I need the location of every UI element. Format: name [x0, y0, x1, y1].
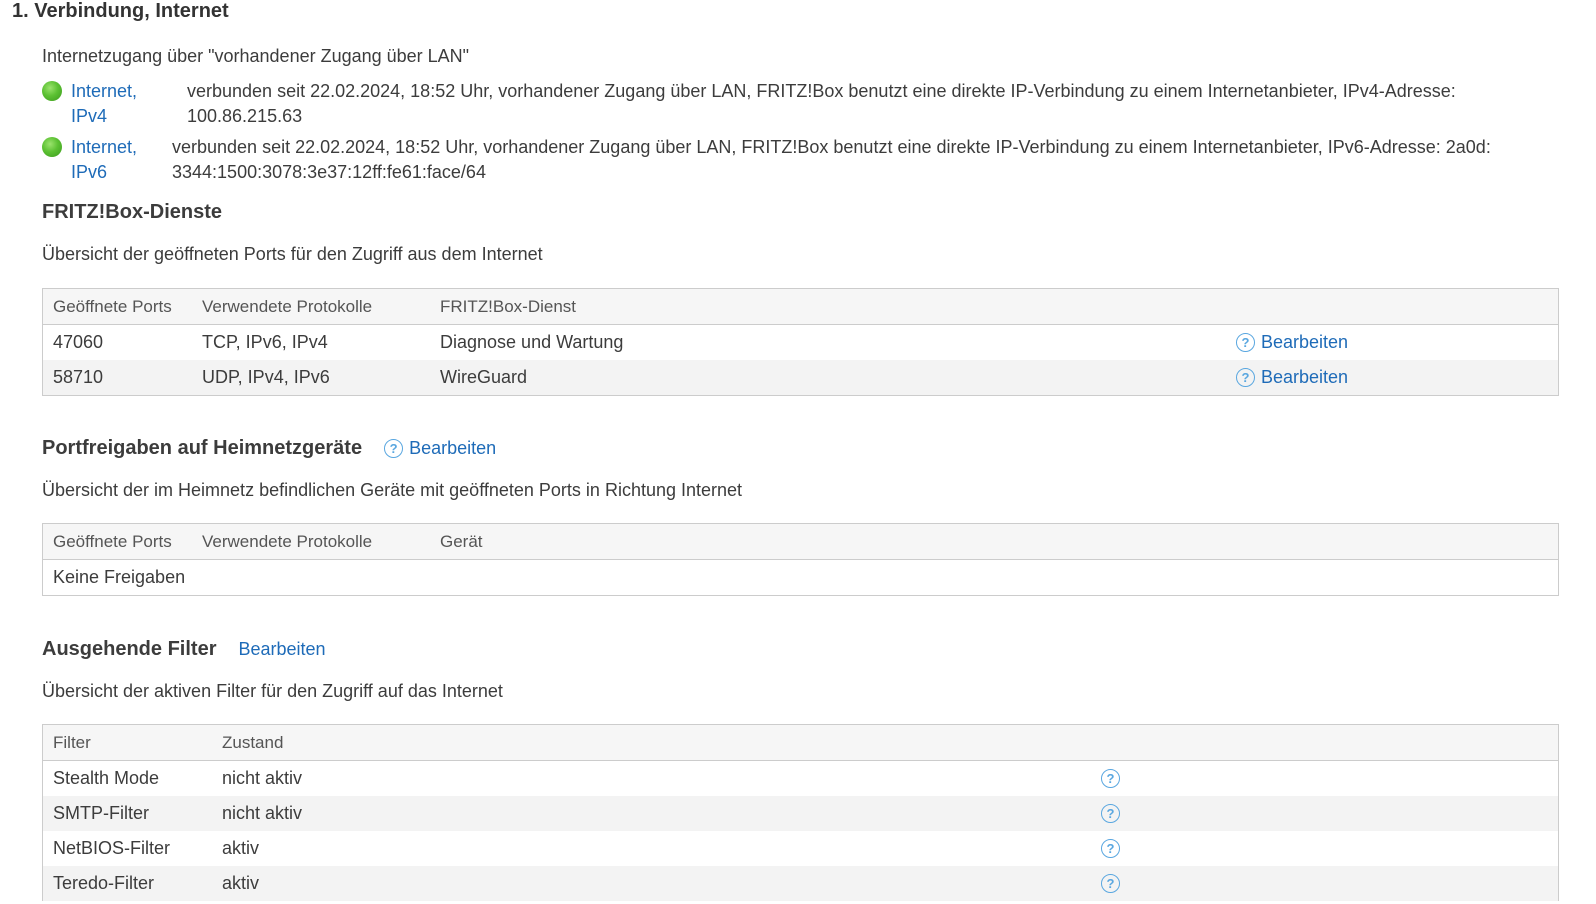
filter-state: aktiv	[222, 873, 260, 893]
table-row: SMTP-Filter nicht aktiv ?	[43, 796, 1558, 831]
services-subtitle: Übersicht der geöffneten Ports für den Z…	[42, 244, 543, 264]
table-row: 58710 UDP, IPv4, IPv6 WireGuard ? Bearbe…	[43, 360, 1558, 395]
table-header: Filter Zustand	[43, 725, 1558, 761]
filters-header: Ausgehende Filter Bearbeiten	[42, 638, 326, 661]
column-header-protocols: Verwendete Protokolle	[202, 531, 373, 551]
empty-message: Keine Freigaben	[53, 567, 186, 587]
column-header-service: FRITZ!Box-Dienst	[440, 296, 577, 316]
connection-ipv6-status: verbunden seit 22.02.2024, 18:52 Uhr, vo…	[172, 137, 1491, 182]
table-header: Geöffnete Ports Verwendete Protokolle FR…	[43, 289, 1558, 325]
status-ok-icon	[42, 137, 62, 157]
status-ok-icon	[42, 81, 62, 101]
port-forwarding-table: Geöffnete Ports Verwendete Protokolle Ge…	[42, 523, 1559, 596]
services-table: Geöffnete Ports Verwendete Protokolle FR…	[42, 288, 1559, 396]
connection-ipv6-link[interactable]: Internet, IPv6	[71, 135, 172, 185]
edit-port-forwarding-link[interactable]: Bearbeiten	[409, 438, 496, 459]
column-header-ports: Geöffnete Ports	[53, 296, 172, 316]
help-icon[interactable]: ?	[1101, 839, 1120, 858]
column-header-filter: Filter	[53, 732, 91, 752]
port-forwarding-header: Portfreigaben auf Heimnetzgeräte ? Bearb…	[42, 437, 496, 460]
help-icon[interactable]: ?	[1236, 368, 1255, 387]
edit-service-link[interactable]: Bearbeiten	[1261, 367, 1348, 388]
filter-state: nicht aktiv	[222, 768, 303, 788]
table-row: Teredo-Filter aktiv ?	[43, 866, 1558, 901]
filters-subtitle: Übersicht der aktiven Filter für den Zug…	[42, 681, 503, 701]
protocols-value: UDP, IPv4, IPv6	[202, 367, 330, 387]
connection-ipv4-status: verbunden seit 22.02.2024, 18:52 Uhr, vo…	[187, 81, 1456, 126]
help-icon[interactable]: ?	[1101, 804, 1120, 823]
edit-filters-link[interactable]: Bearbeiten	[238, 639, 325, 660]
port-forwarding-subtitle: Übersicht der im Heimnetz befindlichen G…	[42, 480, 743, 500]
column-header-ports: Geöffnete Ports	[53, 531, 172, 551]
column-header-protocols: Verwendete Protokolle	[202, 296, 373, 316]
column-header-state: Zustand	[222, 732, 284, 752]
service-value: Diagnose und Wartung	[440, 332, 624, 352]
internet-access-info: Internetzugang über "vorhandener Zugang …	[42, 46, 470, 66]
table-row: 47060 TCP, IPv6, IPv4 Diagnose und Wartu…	[43, 325, 1558, 360]
connection-ipv4-link[interactable]: Internet, IPv4	[71, 79, 187, 129]
filters-heading: Ausgehende Filter	[42, 638, 217, 660]
port-forwarding-heading: Portfreigaben auf Heimnetzgeräte	[42, 437, 363, 459]
table-header: Geöffnete Ports Verwendete Protokolle Ge…	[43, 524, 1558, 560]
filter-name: Teredo-Filter	[53, 873, 155, 893]
protocols-value: TCP, IPv6, IPv4	[202, 332, 328, 352]
edit-group: ? Bearbeiten	[1236, 332, 1348, 353]
help-icon[interactable]: ?	[1101, 769, 1120, 788]
service-value: WireGuard	[440, 367, 528, 387]
port-value: 47060	[53, 332, 104, 352]
column-header-device: Gerät	[440, 531, 483, 551]
filter-name: NetBIOS-Filter	[53, 838, 171, 858]
page-title: 1. Verbindung, Internet	[12, 0, 229, 22]
edit-group: ? Bearbeiten	[1236, 367, 1348, 388]
table-row: NetBIOS-Filter aktiv ?	[43, 831, 1558, 866]
help-icon[interactable]: ?	[1236, 333, 1255, 352]
help-icon[interactable]: ?	[1101, 874, 1120, 893]
filter-name: Stealth Mode	[53, 768, 160, 788]
table-row: Keine Freigaben	[43, 560, 1558, 595]
port-value: 58710	[53, 367, 104, 387]
filter-state: aktiv	[222, 838, 260, 858]
connection-ipv6-row: Internet, IPv6 verbunden seit 22.02.2024…	[42, 135, 1491, 185]
services-heading: FRITZ!Box-Dienste	[42, 201, 222, 223]
help-icon[interactable]: ?	[384, 439, 404, 458]
edit-group: ? Bearbeiten	[384, 438, 496, 459]
filter-state: nicht aktiv	[222, 803, 303, 823]
connection-ipv4-row: Internet, IPv4 verbunden seit 22.02.2024…	[42, 79, 1456, 129]
edit-service-link[interactable]: Bearbeiten	[1261, 332, 1348, 353]
table-row: Stealth Mode nicht aktiv ?	[43, 761, 1558, 796]
filter-name: SMTP-Filter	[53, 803, 149, 823]
filters-table: Filter Zustand Stealth Mode nicht aktiv …	[42, 724, 1559, 901]
